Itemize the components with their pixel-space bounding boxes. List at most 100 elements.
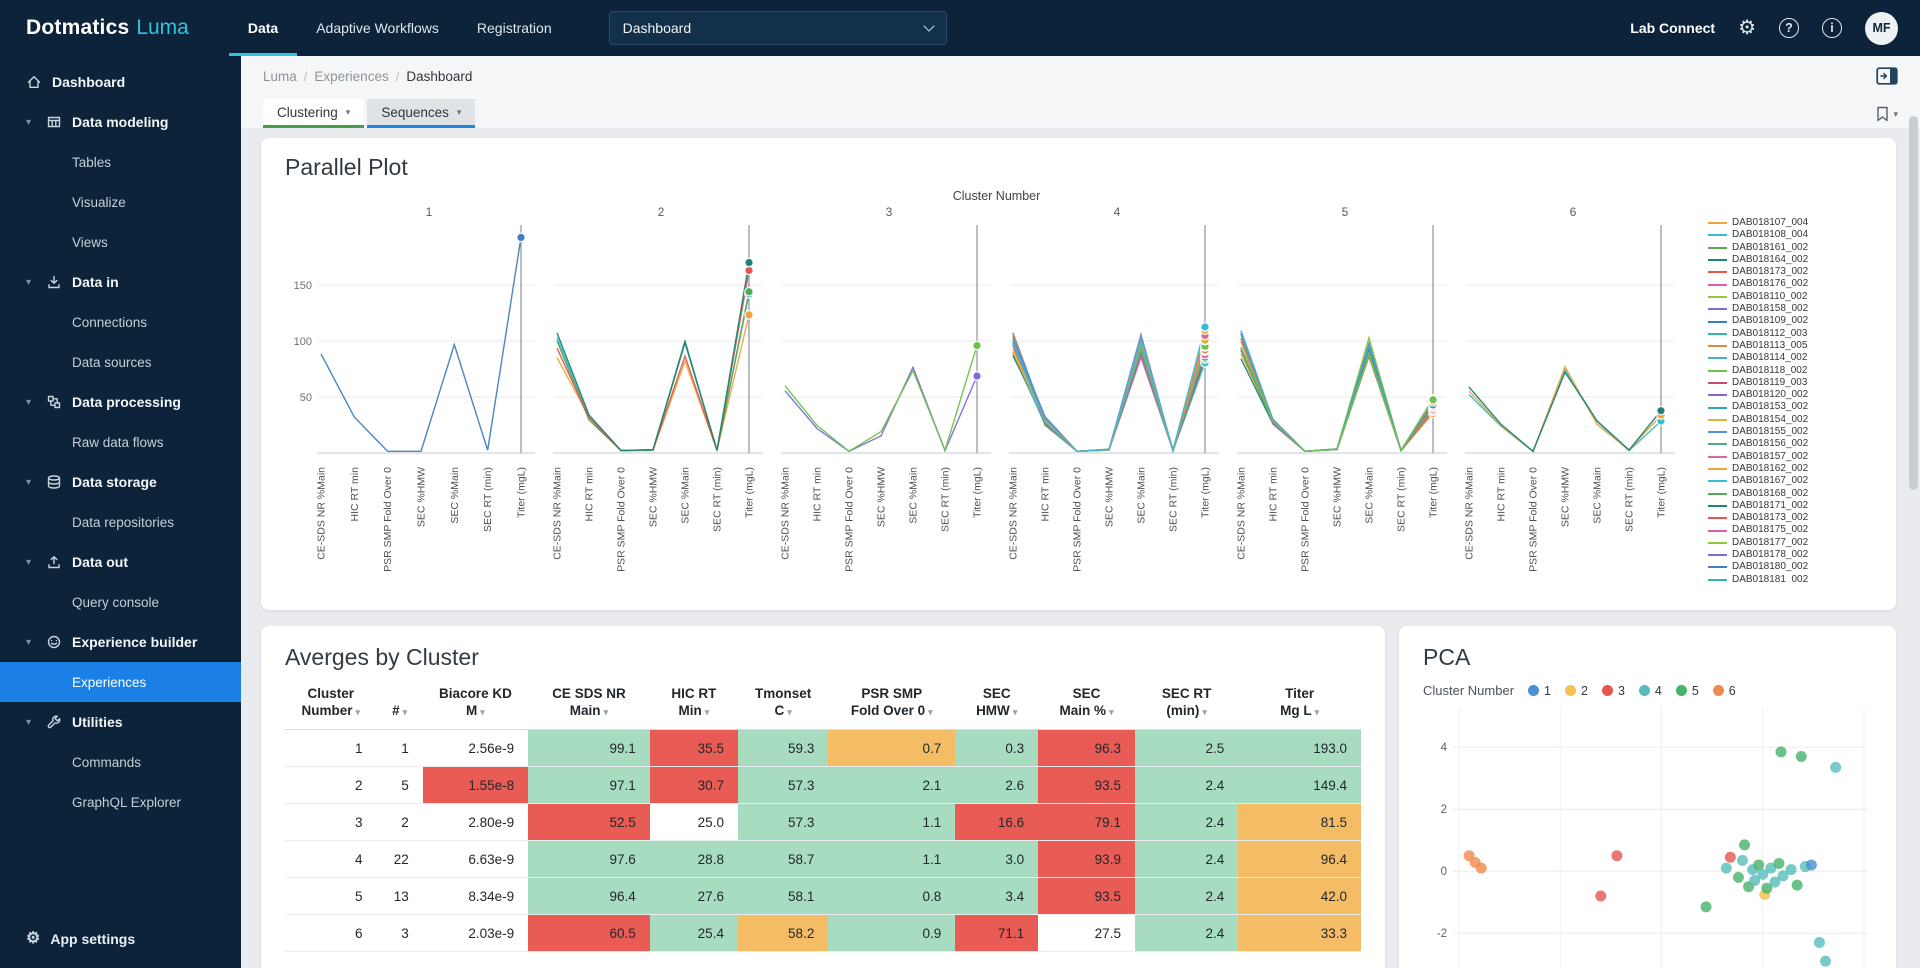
- column-header-sec-rt-min[interactable]: SEC RT (min) ▾: [1134, 683, 1239, 730]
- legend-item[interactable]: DAB018113_005: [1708, 340, 1876, 352]
- legend-item[interactable]: DAB018171_002: [1708, 500, 1876, 512]
- column-header-sec-main[interactable]: SEC Main % ▾: [1038, 683, 1135, 730]
- legend-item[interactable]: DAB018175_002: [1708, 524, 1876, 536]
- nav-item-registration[interactable]: Registration: [458, 0, 571, 56]
- pca-point: [1475, 862, 1487, 874]
- pca-legend-item[interactable]: 2: [1564, 684, 1588, 698]
- table-cell: 4: [285, 840, 377, 878]
- legend-item[interactable]: DAB018112_003: [1708, 328, 1876, 340]
- pca-point: [1700, 901, 1712, 913]
- sidebar-item-graphql-explorer[interactable]: GraphQL Explorer: [0, 782, 241, 822]
- column-header-ce-sds-nr-main[interactable]: CE SDS NR Main ▾: [528, 683, 650, 730]
- sidebar-item-data-repositories[interactable]: Data repositories: [0, 502, 241, 542]
- nav-item-data[interactable]: Data: [228, 0, 298, 56]
- legend-item[interactable]: DAB018120_002: [1708, 389, 1876, 401]
- sidebar-item-app-settings[interactable]: ⚙ App settings: [0, 910, 241, 968]
- main-area: Luma / Experiences / Dashboard Clustering ▾ Se…: [241, 56, 1920, 968]
- table-cell: 81.5: [1238, 803, 1361, 841]
- column-header-tmonset-c[interactable]: Tmonset C ▾: [737, 683, 829, 730]
- legend-item[interactable]: DAB018177_002: [1708, 537, 1876, 549]
- legend-item[interactable]: DAB018180_002: [1708, 561, 1876, 573]
- legend-item[interactable]: DAB018107_004: [1708, 217, 1876, 229]
- legend-item[interactable]: DAB018178_002: [1708, 549, 1876, 561]
- legend-item[interactable]: DAB018167_002: [1708, 475, 1876, 487]
- sidebar-item-raw-data-flows[interactable]: Raw data flows: [0, 422, 241, 462]
- legend-label: DAB018157_002: [1732, 450, 1809, 462]
- legend-item[interactable]: DAB018156_002: [1708, 438, 1876, 450]
- legend-item[interactable]: DAB018155_002: [1708, 426, 1876, 438]
- legend-item[interactable]: DAB018153_002: [1708, 401, 1876, 413]
- pca-legend-item[interactable]: 1: [1528, 684, 1551, 698]
- sidebar-item-visualize[interactable]: Visualize: [0, 182, 241, 222]
- scrollbar[interactable]: [1909, 116, 1918, 490]
- app-logo[interactable]: Dotmatics Luma: [0, 16, 189, 40]
- sidebar-item-data-modeling[interactable]: ▾ Data modeling: [0, 102, 241, 142]
- legend-item[interactable]: DAB018109_002: [1708, 315, 1876, 327]
- nav-item-adaptive-workflows[interactable]: Adaptive Workflows: [297, 0, 458, 56]
- legend-swatch-icon: [1708, 320, 1727, 323]
- legend-item[interactable]: DAB018173_002: [1708, 512, 1876, 524]
- breadcrumb-item-luma[interactable]: Luma: [263, 69, 297, 84]
- legend-item[interactable]: DAB018168_002: [1708, 488, 1876, 500]
- sidebar-item-connections[interactable]: Connections: [0, 302, 241, 342]
- legend-item[interactable]: DAB018164_002: [1708, 254, 1876, 266]
- sidebar-item-commands[interactable]: Commands: [0, 742, 241, 782]
- column-header-psr-smp-fold-over-0[interactable]: PSR SMP Fold Over 0 ▾: [828, 683, 956, 730]
- sidebar-item-label: Data processing: [72, 394, 181, 410]
- tab-sequences[interactable]: Sequences ▾: [367, 99, 476, 128]
- sidebar-item-data-sources[interactable]: Data sources: [0, 342, 241, 382]
- legend-item[interactable]: DAB018114_002: [1708, 352, 1876, 364]
- sidebar-item-data-storage[interactable]: ▾ Data storage: [0, 462, 241, 502]
- column-header-biacore-kd-m[interactable]: Biacore KD M ▾: [422, 683, 529, 730]
- bookmark-button[interactable]: ▾: [1876, 106, 1898, 128]
- sidebar-item-data-in[interactable]: ▾ Data in: [0, 262, 241, 302]
- sidebar-item-query-console[interactable]: Query console: [0, 582, 241, 622]
- legend-label: DAB018107_004: [1732, 217, 1809, 228]
- wrench-icon: [47, 715, 61, 729]
- dashboard-select[interactable]: Dashboard: [608, 11, 947, 45]
- legend-item[interactable]: DAB018173_002: [1708, 266, 1876, 278]
- pca-legend-item[interactable]: 5: [1675, 684, 1699, 698]
- user-avatar[interactable]: MF: [1865, 11, 1898, 45]
- legend-item[interactable]: DAB018161_002: [1708, 242, 1876, 254]
- legend-item[interactable]: DAB018162_002: [1708, 463, 1876, 475]
- sidebar-item-dashboard[interactable]: Dashboard: [0, 62, 241, 102]
- sidebar-item-data-processing[interactable]: ▾ Data processing: [0, 382, 241, 422]
- sidebar-item-experiences[interactable]: Experiences: [0, 662, 241, 702]
- sidebar-item-experience-builder[interactable]: ▾ Experience builder: [0, 622, 241, 662]
- svg-text:Titer (mgL): Titer (mgL): [744, 467, 756, 518]
- averages-title: Averges by Cluster: [285, 644, 479, 670]
- settings-gear-icon[interactable]: ⚙: [1738, 18, 1756, 38]
- sidebar-item-tables[interactable]: Tables: [0, 142, 241, 182]
- pca-legend-item[interactable]: 4: [1638, 684, 1662, 698]
- help-button[interactable]: ?: [1779, 18, 1799, 38]
- legend-item[interactable]: DAB018118_002: [1708, 365, 1876, 377]
- column-header-sec-hmw[interactable]: SEC HMW ▾: [955, 683, 1039, 730]
- legend-item[interactable]: DAB018110_002: [1708, 291, 1876, 303]
- table-cell: 2.5: [1134, 729, 1239, 767]
- column-header-hic-rt-min[interactable]: HIC RT Min ▾: [649, 683, 738, 730]
- legend-item[interactable]: DAB018176_002: [1708, 278, 1876, 290]
- column-header-cluster-number[interactable]: Cluster Number ▾: [285, 683, 377, 730]
- info-button[interactable]: i: [1822, 18, 1842, 38]
- table-icon: [47, 116, 61, 128]
- collapse-panel-icon[interactable]: [1876, 67, 1898, 85]
- pca-legend-item[interactable]: 6: [1712, 684, 1736, 698]
- legend-item[interactable]: DAB018154_002: [1708, 414, 1876, 426]
- legend-item[interactable]: DAB018157_002: [1708, 451, 1876, 463]
- sort-caret-icon: ▾: [603, 707, 609, 717]
- legend-item[interactable]: DAB018158_002: [1708, 303, 1876, 315]
- sidebar-item-utilities[interactable]: ▾ Utilities: [0, 702, 241, 742]
- breadcrumb-item-experiences[interactable]: Experiences: [314, 69, 388, 84]
- sidebar-item-data-out[interactable]: ▾ Data out: [0, 542, 241, 582]
- pca-point: [1611, 850, 1623, 862]
- legend-item[interactable]: DAB018119_003: [1708, 377, 1876, 389]
- column-header-[interactable]: # ▾: [376, 683, 423, 730]
- tab-clustering[interactable]: Clustering ▾: [263, 99, 365, 128]
- pca-legend-item[interactable]: 3: [1601, 684, 1625, 698]
- legend-item[interactable]: DAB018181_002: [1708, 574, 1876, 583]
- column-header-titer-mg-l[interactable]: Titer Mg L ▾: [1238, 683, 1361, 730]
- legend-item[interactable]: DAB018108_004: [1708, 229, 1876, 241]
- sidebar-item-views[interactable]: Views: [0, 222, 241, 262]
- lab-connect-link[interactable]: Lab Connect: [1630, 20, 1715, 36]
